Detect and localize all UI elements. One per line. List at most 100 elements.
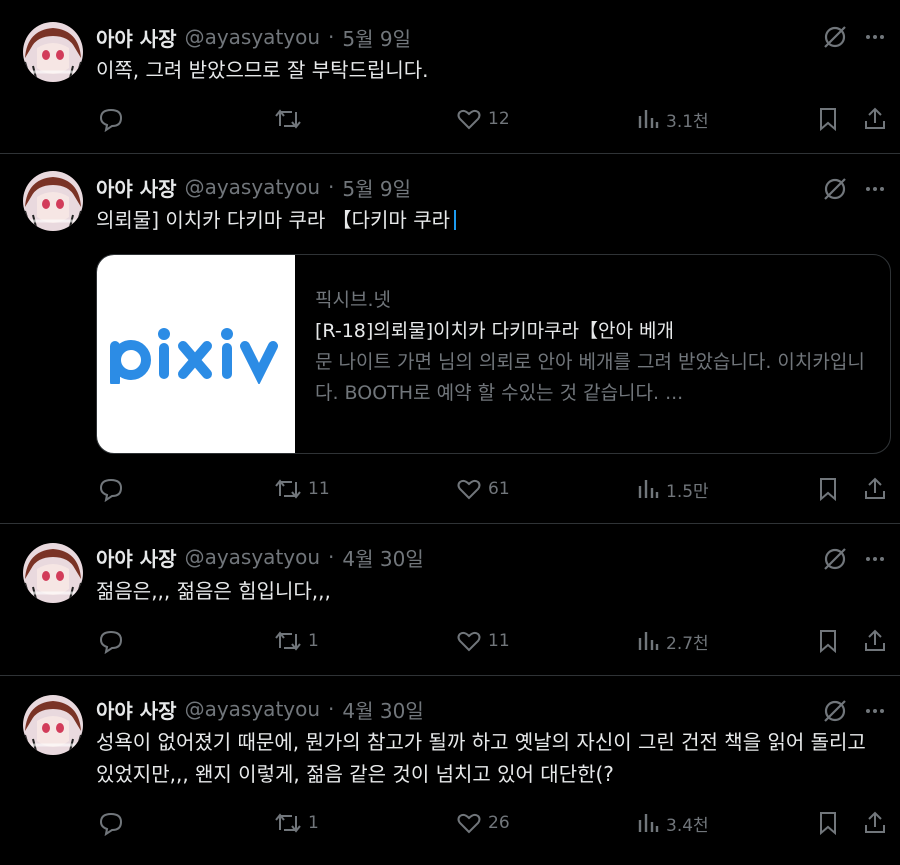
like-button[interactable]: 12 — [456, 104, 510, 134]
views-count: 1.5만 — [666, 481, 709, 502]
share-button[interactable] — [863, 104, 887, 134]
bookmark-icon — [820, 812, 836, 836]
more-icon[interactable] — [860, 22, 890, 52]
reply-icon — [99, 630, 123, 654]
bookmark-button[interactable] — [816, 808, 840, 838]
views-count: 3.4천 — [666, 815, 709, 836]
share-icon — [865, 107, 885, 129]
display-name[interactable]: 아야 사장 — [96, 23, 177, 52]
like-icon — [457, 479, 481, 500]
tweet-actions: 11 61 1.5만 — [96, 474, 896, 504]
retweet-icon — [275, 631, 301, 651]
retweet-icon — [275, 479, 301, 499]
like-icon — [457, 109, 481, 130]
views-icon — [638, 814, 659, 832]
avatar[interactable] — [23, 695, 83, 755]
tweet[interactable]: 아야 사장 @ayasyatyou · 5월 9일 이쪽, 그려 받았으므로 잘… — [0, 0, 900, 154]
tweet[interactable]: 아야 사장 @ayasyatyou · 5월 9일 의뢰물] 이치카 다키마 쿠… — [0, 154, 900, 524]
share-icon — [865, 629, 885, 651]
separator-dot: · — [328, 175, 335, 199]
views-count: 3.1천 — [666, 111, 709, 132]
views-button[interactable]: 3.4천 — [636, 808, 709, 838]
retweet-icon — [275, 109, 301, 129]
reply-icon — [99, 812, 123, 836]
tweet-text: 이쪽, 그려 받았으므로 잘 부탁드립니다. — [96, 58, 429, 82]
retweet-count: 1 — [308, 813, 319, 833]
pixiv-logo — [110, 328, 278, 384]
user-handle[interactable]: @ayasyatyou — [185, 697, 320, 721]
views-icon — [638, 110, 659, 128]
tweet-header: 아야 사장 @ayasyatyou · 5월 9일 — [96, 172, 411, 202]
grok-icon[interactable] — [820, 174, 850, 204]
retweet-button[interactable]: 1 — [274, 626, 319, 656]
retweet-count: 1 — [308, 631, 319, 651]
bookmark-icon — [820, 478, 836, 502]
retweet-button[interactable] — [274, 104, 308, 134]
user-handle[interactable]: @ayasyatyou — [185, 175, 320, 199]
reply-button[interactable] — [98, 808, 130, 838]
share-icon — [865, 477, 885, 499]
views-button[interactable]: 2.7천 — [636, 626, 709, 656]
retweet-button[interactable]: 11 — [274, 474, 330, 504]
more-icon[interactable] — [860, 544, 890, 574]
reply-button[interactable] — [98, 626, 130, 656]
more-icon[interactable] — [860, 174, 890, 204]
tweet-date[interactable]: 5월 9일 — [342, 173, 411, 202]
retweet-button[interactable]: 1 — [274, 808, 319, 838]
views-count: 2.7천 — [666, 633, 709, 654]
tweet-header: 아야 사장 @ayasyatyou · 4월 30일 — [96, 542, 424, 572]
tweet-header: 아야 사장 @ayasyatyou · 5월 9일 — [96, 22, 411, 52]
reply-button[interactable] — [98, 104, 130, 134]
card-domain: 픽시브.넷 — [315, 289, 391, 311]
bookmark-icon — [820, 108, 836, 132]
avatar[interactable] — [23, 171, 83, 231]
tweet[interactable]: 아야 사장 @ayasyatyou · 4월 30일 성욕이 없어졌기 때문에,… — [0, 676, 900, 865]
separator-dot: · — [328, 545, 335, 569]
views-icon — [638, 480, 659, 498]
retweet-icon — [275, 813, 301, 833]
card-body: 픽시브.넷 [R-18]의뢰물]이치카 다키마쿠라【안아 베개 문 나이트 가면… — [315, 285, 878, 409]
display-name[interactable]: 아야 사장 — [96, 543, 177, 572]
text-cursor — [454, 210, 456, 230]
views-button[interactable]: 3.1천 — [636, 104, 709, 134]
tweet-header: 아야 사장 @ayasyatyou · 4월 30일 — [96, 694, 424, 724]
tweet[interactable]: 아야 사장 @ayasyatyou · 4월 30일 젊음은,,, 젊음은 힘입… — [0, 524, 900, 676]
bookmark-button[interactable] — [816, 104, 840, 134]
user-handle[interactable]: @ayasyatyou — [185, 545, 320, 569]
card-description: 문 나이트 가면 님의 의뢰로 안아 베개를 그려 받았습니다. 이치카입니다.… — [315, 351, 865, 404]
grok-icon[interactable] — [820, 22, 850, 52]
tweet-date[interactable]: 4월 30일 — [342, 695, 423, 724]
card-thumbnail — [97, 255, 295, 453]
tweet-text: 성욕이 없어졌기 때문에, 뭔가의 참고가 될까 하고 옛날의 자신이 그린 건… — [96, 730, 873, 786]
avatar[interactable] — [23, 22, 83, 82]
grok-icon[interactable] — [820, 544, 850, 574]
more-icon[interactable] — [860, 696, 890, 726]
like-icon — [457, 631, 481, 652]
share-button[interactable] — [863, 808, 887, 838]
tweet-date[interactable]: 5월 9일 — [342, 23, 411, 52]
like-count: 61 — [488, 479, 510, 499]
like-count: 26 — [488, 813, 510, 833]
grok-icon[interactable] — [820, 696, 850, 726]
share-button[interactable] — [863, 474, 887, 504]
bookmark-button[interactable] — [816, 474, 840, 504]
like-button[interactable]: 61 — [456, 474, 510, 504]
tweet-actions: 1 11 2.7천 — [96, 626, 896, 656]
avatar[interactable] — [23, 543, 83, 603]
tweet-date[interactable]: 4월 30일 — [342, 543, 423, 572]
separator-dot: · — [328, 697, 335, 721]
like-count: 11 — [488, 631, 510, 651]
reply-icon — [99, 108, 123, 132]
bookmark-icon — [820, 630, 836, 654]
display-name[interactable]: 아야 사장 — [96, 695, 177, 724]
user-handle[interactable]: @ayasyatyou — [185, 25, 320, 49]
link-card[interactable]: 픽시브.넷 [R-18]의뢰물]이치카 다키마쿠라【안아 베개 문 나이트 가면… — [96, 254, 891, 454]
views-button[interactable]: 1.5만 — [636, 474, 709, 504]
reply-button[interactable] — [98, 474, 130, 504]
tweet-actions: 1 26 3.4천 — [96, 808, 896, 838]
like-button[interactable]: 26 — [456, 808, 510, 838]
display-name[interactable]: 아야 사장 — [96, 173, 177, 202]
like-button[interactable]: 11 — [456, 626, 510, 656]
bookmark-button[interactable] — [816, 626, 840, 656]
share-button[interactable] — [863, 626, 887, 656]
